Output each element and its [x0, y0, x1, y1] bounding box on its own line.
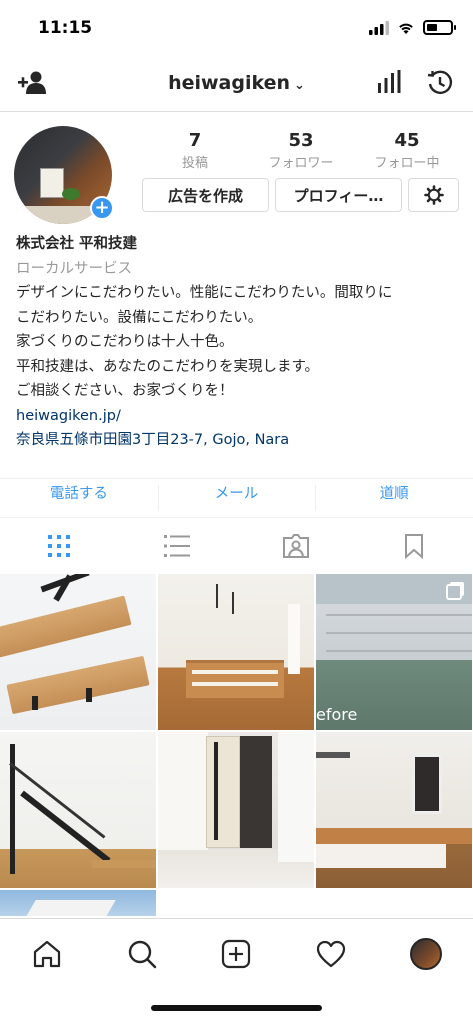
tab-search[interactable]	[95, 919, 190, 988]
tab-activity[interactable]	[284, 919, 379, 988]
tab-tagged[interactable]	[237, 520, 355, 572]
home-icon	[34, 940, 61, 967]
followers-label: フォロワー	[268, 156, 334, 171]
status-bar: 11:15	[0, 0, 473, 56]
profile-stats: 7 投稿 53 フォロワー 45 フォロー中	[142, 130, 460, 171]
username-title: heiwagiken	[168, 72, 291, 94]
status-icons	[369, 20, 456, 35]
post-tile[interactable]: efore	[316, 574, 472, 730]
posts-count: 7	[188, 130, 202, 151]
posts-label: 投稿	[181, 156, 208, 171]
tab-new-post[interactable]	[189, 919, 284, 988]
tab-saved[interactable]	[355, 520, 473, 572]
directions-button[interactable]: 道順	[315, 479, 473, 517]
wifi-icon	[399, 23, 413, 34]
bookmark-icon	[404, 534, 423, 559]
signal-icon	[369, 20, 389, 35]
tab-profile[interactable]	[378, 919, 473, 988]
profile-actions: 広告を作成 プロフィー…	[142, 178, 459, 212]
address-link[interactable]: 奈良県五條市田園3丁目23-7, Gojo, Nara	[16, 428, 464, 453]
stat-followers[interactable]: 53 フォロワー	[251, 130, 351, 171]
insights-icon[interactable]	[377, 70, 401, 94]
following-label: フォロー中	[374, 156, 440, 171]
profile-bio: 株式会社 平和技建 ローカルサービス デザインにこだわりたい。性能にこだわりたい…	[16, 232, 464, 453]
edit-profile-button[interactable]: プロフィー…	[275, 178, 402, 212]
profile-avatar[interactable]: +	[14, 126, 114, 224]
website-link[interactable]: heiwagiken.jp/	[16, 404, 464, 429]
settings-button[interactable]	[408, 178, 459, 212]
status-time: 11:15	[38, 18, 93, 38]
post-tile[interactable]	[316, 732, 472, 888]
contact-bar: 電話する メール 道順	[0, 478, 473, 518]
grid-icon	[48, 535, 71, 557]
profile-category: ローカルサービス	[16, 260, 132, 277]
following-count: 45	[394, 130, 420, 151]
post-tile[interactable]	[0, 732, 156, 888]
add-story-icon[interactable]: +	[90, 196, 114, 220]
list-icon	[164, 535, 191, 557]
tab-grid[interactable]	[0, 520, 118, 572]
post-tile[interactable]	[158, 732, 314, 888]
stat-posts[interactable]: 7 投稿	[145, 130, 245, 171]
profile-tab-avatar	[409, 937, 442, 970]
multiple-photos-icon	[446, 584, 462, 600]
bio-text: デザインにこだわりたい。性能にこだわりたい。間取りに こだわりたい。設備にこだわ…	[16, 285, 393, 399]
profile-name: 株式会社 平和技建	[16, 236, 138, 252]
before-overlay-text: efore	[316, 705, 358, 724]
tagged-icon	[282, 534, 309, 558]
home-indicator	[151, 1005, 322, 1011]
search-icon	[128, 940, 157, 968]
battery-icon	[423, 20, 456, 35]
call-button[interactable]: 電話する	[0, 479, 158, 517]
heart-icon	[316, 940, 346, 967]
archive-icon[interactable]	[427, 70, 453, 96]
profile-view-tabs	[0, 520, 473, 572]
profile-header: heiwagiken ⌄	[0, 56, 473, 112]
create-ad-button[interactable]: 広告を作成	[142, 178, 269, 212]
email-button[interactable]: メール	[157, 479, 316, 517]
header-actions	[377, 70, 453, 96]
post-tile[interactable]	[0, 574, 156, 730]
bottom-tab-bar	[0, 918, 473, 988]
chevron-down-icon: ⌄	[294, 78, 305, 93]
post-tile[interactable]	[0, 890, 156, 916]
gear-icon	[423, 185, 444, 205]
add-post-icon	[222, 939, 251, 968]
followers-count: 53	[288, 130, 314, 151]
stat-following[interactable]: 45 フォロー中	[357, 130, 457, 171]
tab-home[interactable]	[0, 919, 95, 988]
tab-list[interactable]	[118, 520, 236, 572]
post-tile[interactable]	[158, 574, 314, 730]
